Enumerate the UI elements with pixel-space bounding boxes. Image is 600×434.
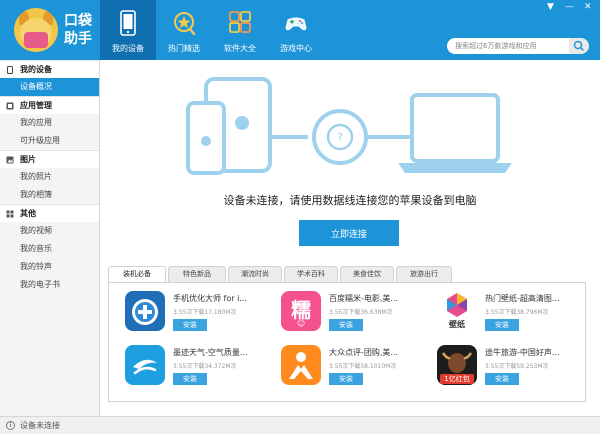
tab-food[interactable]: 美食佳饮 xyxy=(340,266,394,282)
sidebar-item-my-apps[interactable]: 我的应用 xyxy=(0,114,99,132)
install-button[interactable]: 安装 xyxy=(329,319,363,331)
list-item[interactable]: 糯 ☺ 百度糯米-电影,美... 3.55次下载36.638M次 安装 xyxy=(281,291,431,341)
device-icon xyxy=(7,66,13,74)
search-button[interactable] xyxy=(569,38,589,54)
app-logo-icon xyxy=(14,8,58,52)
baidu-nuomi-app-icon: 糯 ☺ xyxy=(281,291,321,331)
sidebar-item-my-ringtones[interactable]: 我的铃声 xyxy=(0,258,99,276)
gamepad-icon xyxy=(285,17,307,31)
search-input[interactable] xyxy=(447,38,569,54)
star-icon xyxy=(174,12,196,36)
status-text: 设备未连接 xyxy=(20,421,60,430)
tab-travel[interactable]: 旅游出行 xyxy=(396,266,452,282)
install-button[interactable]: 安装 xyxy=(329,373,363,385)
phone-icon xyxy=(120,10,136,36)
list-item[interactable]: 大众点评-团购,美... 3.55次下载58.1010M次 安装 xyxy=(281,345,431,395)
sidebar-item-upgradable-apps[interactable]: 可升级应用 xyxy=(0,132,99,150)
install-button[interactable]: 安装 xyxy=(173,319,207,331)
info-icon: i xyxy=(6,421,15,430)
optimizer-app-icon xyxy=(125,291,165,331)
moji-weather-app-icon xyxy=(125,345,165,385)
sidebar-item-device-overview[interactable]: 设备概况 xyxy=(0,78,99,96)
tab-new-featured[interactable]: 特色新品 xyxy=(168,266,226,282)
brand-name: 口袋 助手 xyxy=(64,13,92,47)
app-manage-icon xyxy=(6,102,14,110)
sidebar-item-my-videos[interactable]: 我的视频 xyxy=(0,222,99,240)
nav-tab-my-device[interactable]: 我的设备 xyxy=(100,0,156,60)
tab-essentials[interactable]: 装机必备 xyxy=(108,266,166,283)
app-list-panel: 手机优化大师 for i... 3.55次下载17.180M次 安装 糯 ☺ 百… xyxy=(108,282,586,402)
minimize-icon[interactable]: — xyxy=(565,2,574,12)
apps-grid-icon xyxy=(229,11,251,33)
sidebar-section-images[interactable]: 图片 xyxy=(0,150,99,168)
menu-dropdown-icon[interactable]: ▼ xyxy=(547,2,554,12)
sidebar-item-my-photos[interactable]: 我的照片 xyxy=(0,168,99,186)
image-icon xyxy=(6,156,14,164)
main-content: ? 设备未连接，请使用数据线连接您的苹果设备到电脑 立即连接 装机必备 特色新品… xyxy=(100,60,600,416)
install-button[interactable]: 安装 xyxy=(485,373,519,385)
status-bar: i 设备未连接 xyxy=(0,416,600,434)
close-icon[interactable]: ✕ xyxy=(584,2,592,12)
sidebar-section-app-manage[interactable]: 应用管理 xyxy=(0,96,99,114)
sidebar-item-my-music[interactable]: 我的音乐 xyxy=(0,240,99,258)
list-item[interactable]: 手机优化大师 for i... 3.55次下载17.180M次 安装 xyxy=(125,291,275,341)
install-button[interactable]: 安装 xyxy=(485,319,519,331)
sidebar-section-my-device[interactable]: 我的设备 xyxy=(0,60,99,78)
connect-now-button[interactable]: 立即连接 xyxy=(299,220,399,246)
list-item[interactable]: 1亿红包 途牛旅游-中国好声... 3.55次下载59.253M次 安装 xyxy=(437,345,587,395)
tuniu-app-icon: 1亿红包 xyxy=(437,345,477,385)
nav-tab-game-center[interactable]: 游戏中心 xyxy=(268,0,324,60)
device-connect-illustration: ? xyxy=(186,77,512,175)
tab-academic[interactable]: 学术百科 xyxy=(284,266,338,282)
dianping-app-icon xyxy=(281,345,321,385)
question-mark-icon: ? xyxy=(337,131,343,144)
tab-fashion[interactable]: 潮流时尚 xyxy=(228,266,282,282)
install-button[interactable]: 安装 xyxy=(173,373,207,385)
list-item[interactable]: 壁纸 热门壁纸-超高清图... 3.55次下载38.796M次 安装 xyxy=(437,291,587,341)
search-icon xyxy=(573,40,584,51)
sidebar-item-my-albums[interactable]: 我的相簿 xyxy=(0,186,99,204)
sidebar-section-other[interactable]: 其他 xyxy=(0,204,99,222)
top-bar: 口袋 助手 我的设备 热门精选 软件大全 游戏中心 ▼ — ✕ 搜索超过6万款游… xyxy=(0,0,600,60)
sidebar: 我的设备 设备概况 应用管理 我的应用 可升级应用 图片 我的照片 我的相簿 其… xyxy=(0,60,100,416)
wallpaper-app-icon: 壁纸 xyxy=(437,291,477,331)
nav-tab-software[interactable]: 软件大全 xyxy=(212,0,268,60)
sidebar-item-my-ebooks[interactable]: 我的电子书 xyxy=(0,276,99,294)
nav-tab-hot-picks[interactable]: 热门精选 xyxy=(156,0,212,60)
grid-icon xyxy=(6,210,14,218)
list-item[interactable]: 墨迹天气-空气质量... 3.55次下载34.372M次 安装 xyxy=(125,345,275,395)
connection-message: 设备未连接，请使用数据线连接您的苹果设备到电脑 xyxy=(223,194,477,207)
